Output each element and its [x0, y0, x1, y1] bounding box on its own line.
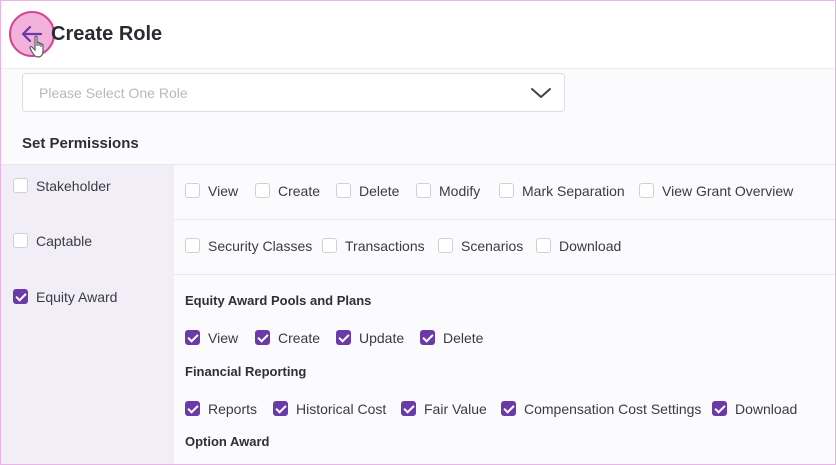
header: Create Role: [1, 1, 835, 69]
role-select[interactable]: Please Select One Role: [22, 73, 565, 112]
fr-reports-checkbox[interactable]: [185, 401, 200, 416]
captable-label: Captable: [36, 233, 93, 249]
equity-award-label: Equity Award: [36, 289, 118, 305]
divider: [174, 219, 835, 220]
stakeholder-checkbox[interactable]: [13, 178, 28, 193]
option-award-heading: Option Award: [185, 434, 270, 449]
stakeholder-mark-separation-label: Mark Separation: [522, 183, 625, 199]
stakeholder-delete-label: Delete: [359, 183, 400, 199]
chevron-down-icon: [531, 88, 551, 98]
pools-create-checkbox[interactable]: [255, 330, 270, 345]
fr-fair-value-label: Fair Value: [424, 401, 487, 417]
stakeholder-view-label: View: [208, 183, 239, 199]
fr-historical-cost-checkbox[interactable]: [273, 401, 288, 416]
equity-award-checkbox[interactable]: [13, 289, 28, 304]
pools-delete-checkbox[interactable]: [420, 330, 435, 345]
pools-view-checkbox[interactable]: [185, 330, 200, 345]
captable-security-classes-label: Security Classes: [208, 238, 313, 254]
stakeholder-modify-label: Modify: [439, 183, 481, 199]
hand-pointer-icon: [29, 35, 44, 58]
fr-fair-value-checkbox[interactable]: [401, 401, 416, 416]
stakeholder-label: Stakeholder: [36, 178, 111, 194]
stakeholder-create-label: Create: [278, 183, 321, 199]
stakeholder-view-grant-overview-checkbox[interactable]: [639, 183, 654, 198]
stakeholder-view-grant-overview-label: View Grant Overview: [662, 183, 794, 199]
captable-transactions-label: Transactions: [345, 238, 425, 254]
fr-historical-cost-label: Historical Cost: [296, 401, 387, 417]
pools-create-label: Create: [278, 330, 321, 346]
stakeholder-view-checkbox[interactable]: [185, 183, 200, 198]
captable-download-checkbox[interactable]: [536, 238, 551, 253]
captable-transactions-checkbox[interactable]: [322, 238, 337, 253]
captable-download-label: Download: [559, 238, 622, 254]
divider: [1, 164, 835, 165]
financial-reporting-heading: Financial Reporting: [185, 364, 307, 379]
divider: [174, 274, 835, 275]
pools-view-label: View: [208, 330, 239, 346]
fr-download-label: Download: [735, 401, 798, 417]
page-title: Create Role: [51, 23, 163, 45]
module-column: [1, 164, 174, 464]
fr-reports-label: Reports: [208, 401, 258, 417]
set-permissions-title: Set Permissions: [22, 135, 139, 152]
pools-update-label: Update: [359, 330, 405, 346]
fr-compensation-cost-settings-label: Compensation Cost Settings: [524, 401, 702, 417]
stakeholder-create-checkbox[interactable]: [255, 183, 270, 198]
captable-checkbox[interactable]: [13, 233, 28, 248]
stakeholder-mark-separation-checkbox[interactable]: [499, 183, 514, 198]
fr-compensation-cost-settings-checkbox[interactable]: [501, 401, 516, 416]
pools-delete-label: Delete: [443, 330, 484, 346]
equity-award-pools-plans-heading: Equity Award Pools and Plans: [185, 293, 372, 308]
app-frame: Create Role Please Select One Role Set P…: [0, 0, 836, 465]
actions-column: [174, 164, 835, 464]
stakeholder-delete-checkbox[interactable]: [336, 183, 351, 198]
fr-download-checkbox[interactable]: [712, 401, 727, 416]
stakeholder-modify-checkbox[interactable]: [416, 183, 431, 198]
role-select-placeholder: Please Select One Role: [39, 85, 188, 101]
pools-update-checkbox[interactable]: [336, 330, 351, 345]
captable-security-classes-checkbox[interactable]: [185, 238, 200, 253]
captable-scenarios-label: Scenarios: [461, 238, 524, 254]
captable-scenarios-checkbox[interactable]: [438, 238, 453, 253]
